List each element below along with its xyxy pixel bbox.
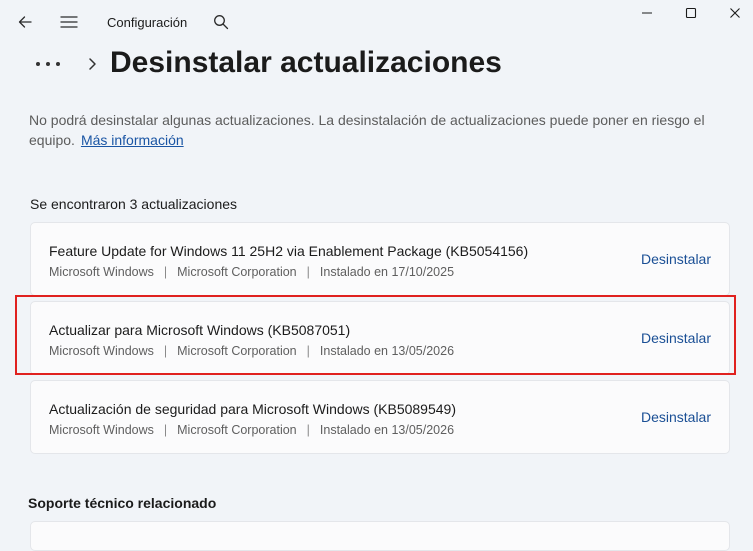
uninstall-button[interactable]: Desinstalar bbox=[641, 409, 711, 425]
close-button[interactable] bbox=[712, 0, 753, 26]
update-publisher: Microsoft Corporation bbox=[177, 344, 297, 358]
updates-count-label: Se encontraron 3 actualizaciones bbox=[30, 196, 238, 212]
uninstall-button[interactable]: Desinstalar bbox=[641, 330, 711, 346]
meta-separator: | bbox=[306, 344, 310, 358]
search-icon[interactable] bbox=[210, 10, 232, 34]
update-installed-date: Instalado en 17/10/2025 bbox=[319, 265, 455, 279]
breadcrumb: Desinstalar actualizaciones bbox=[30, 46, 730, 86]
update-meta: Microsoft Windows | Microsoft Corporation |… bbox=[49, 344, 454, 358]
ellipsis-icon[interactable] bbox=[30, 54, 66, 74]
hamburger-icon[interactable] bbox=[57, 10, 81, 34]
page-title: Desinstalar actualizaciones bbox=[110, 46, 502, 79]
arrow-left-icon[interactable] bbox=[12, 10, 38, 34]
uninstall-button[interactable]: Desinstalar bbox=[641, 251, 711, 267]
chevron-right-icon bbox=[82, 54, 102, 74]
related-support-heading: Soporte técnico relacionado bbox=[28, 495, 217, 511]
update-meta: Microsoft Windows | Microsoft Corporation |… bbox=[49, 423, 454, 437]
title-bar: Configuración bbox=[0, 0, 753, 44]
related-support-card bbox=[30, 521, 730, 551]
update-publisher: Microsoft Corporation bbox=[177, 423, 297, 437]
meta-separator: | bbox=[163, 265, 168, 279]
page-description: No podrá desinstalar algunas actualizaci… bbox=[29, 110, 709, 150]
update-card: Actualización de seguridad para Microsof… bbox=[30, 380, 730, 454]
update-meta: Microsoft Windows | Microsoft Corporation |… bbox=[49, 265, 454, 279]
update-name: Actualizar para Microsoft Windows (KB508… bbox=[49, 322, 351, 338]
update-card: Feature Update for Windows 11 25H2 via E… bbox=[30, 222, 730, 296]
update-name: Actualización de seguridad para Microsof… bbox=[49, 401, 456, 417]
update-card: Actualizar para Microsoft Windows (KB508… bbox=[30, 301, 730, 375]
meta-separator: | bbox=[163, 344, 168, 358]
meta-separator: | bbox=[306, 265, 310, 279]
update-installed-date: Instalado en 13/05/2026 bbox=[319, 423, 455, 437]
minimize-button[interactable] bbox=[624, 0, 670, 26]
app-title: Configuración bbox=[107, 15, 188, 30]
update-installed-date: Instalado en 13/05/2026 bbox=[319, 344, 455, 358]
update-product: Microsoft Windows bbox=[49, 344, 154, 358]
meta-separator: | bbox=[306, 423, 310, 437]
update-product: Microsoft Windows bbox=[49, 423, 154, 437]
meta-separator: | bbox=[163, 423, 168, 437]
update-product: Microsoft Windows bbox=[49, 265, 154, 279]
more-info-link[interactable]: Más información bbox=[81, 132, 184, 148]
update-name: Feature Update for Windows 11 25H2 via E… bbox=[49, 243, 529, 259]
maximize-button[interactable] bbox=[668, 0, 714, 26]
update-publisher: Microsoft Corporation bbox=[177, 265, 297, 279]
